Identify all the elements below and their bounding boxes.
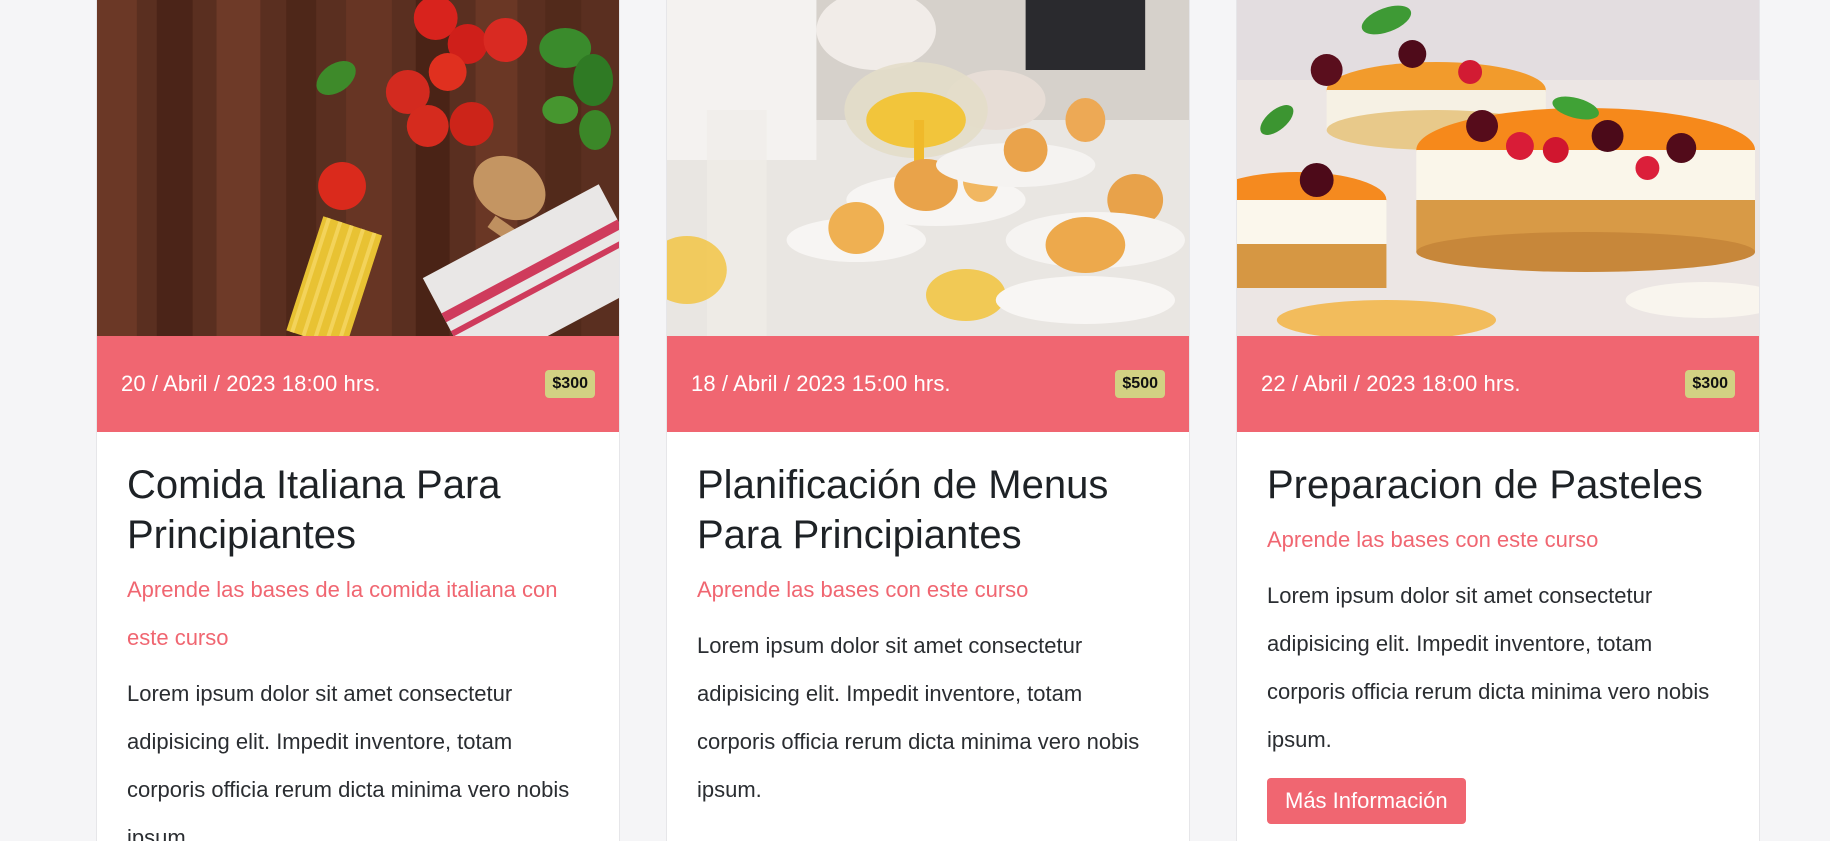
course-description: Lorem ipsum dolor sit amet consectetur a… [697,633,1140,802]
course-description: Lorem ipsum dolor sit amet consectetur a… [127,681,570,841]
course-image [97,0,619,336]
course-card[interactable]: 22 / Abril / 2023 18:00 hrs. $300 Prepar… [1236,0,1760,841]
chef-plating-photo-icon [667,0,1189,336]
course-subtitle: Aprende las bases con este curso [1267,527,1599,552]
cheesecake-photo-icon [1237,0,1759,336]
course-image [667,0,1189,336]
course-image [1237,0,1759,336]
course-body: Preparacion de Pasteles Aprende las base… [1237,432,1759,824]
course-body: Comida Italiana Para Principiantes Apren… [97,432,619,841]
italian-ingredients-photo-icon [97,0,619,336]
course-date: 18 / Abril / 2023 15:00 hrs. [691,371,951,396]
course-title: Comida Italiana Para Principiantes [127,463,501,557]
course-description: Lorem ipsum dolor sit amet consectetur a… [1267,583,1710,752]
price-badge: $300 [1685,370,1735,398]
course-card[interactable]: 18 / Abril / 2023 15:00 hrs. $500 Planif… [666,0,1190,841]
course-card[interactable]: 20 / Abril / 2023 18:00 hrs. $300 Comida… [96,0,620,841]
more-info-button[interactable]: Más Información [1267,778,1466,824]
course-title: Planificación de Menus Para Principiante… [697,463,1109,557]
course-subtitle: Aprende las bases con este curso [697,577,1029,602]
course-meta-bar: 22 / Abril / 2023 18:00 hrs. $300 [1237,336,1759,432]
price-badge: $500 [1115,370,1165,398]
course-date: 20 / Abril / 2023 18:00 hrs. [121,371,381,396]
price-badge: $300 [545,370,595,398]
course-meta-bar: 20 / Abril / 2023 18:00 hrs. $300 [97,336,619,432]
course-meta-bar: 18 / Abril / 2023 15:00 hrs. $500 [667,336,1189,432]
course-subtitle: Aprende las bases de la comida italiana … [127,577,558,650]
course-card-list: 20 / Abril / 2023 18:00 hrs. $300 Comida… [0,0,1830,841]
course-body: Planificación de Menus Para Principiante… [667,432,1189,814]
course-date: 22 / Abril / 2023 18:00 hrs. [1261,371,1521,396]
course-title: Preparacion de Pasteles [1267,463,1703,507]
